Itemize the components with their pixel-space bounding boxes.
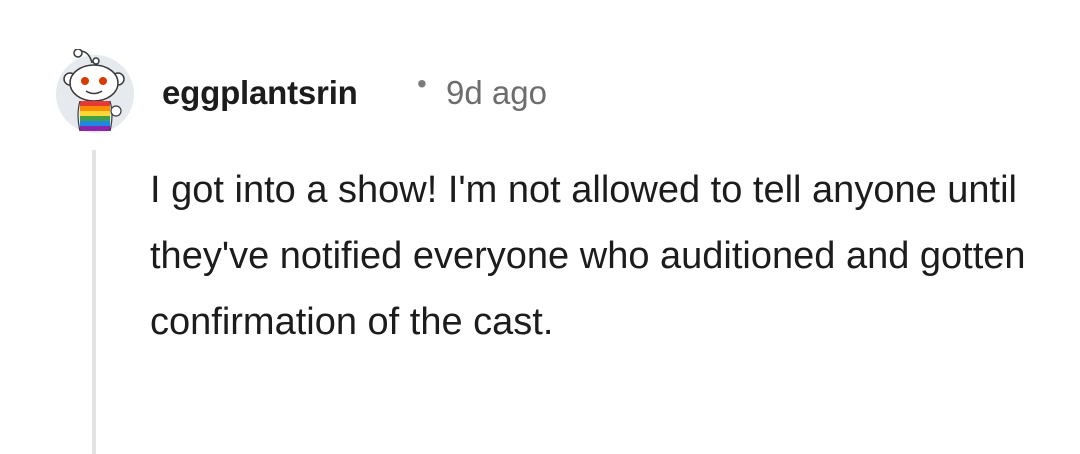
user-avatar[interactable] bbox=[56, 49, 134, 133]
comment: eggplantsrin • 9d ago I got into a show!… bbox=[0, 0, 1080, 454]
comment-timestamp[interactable]: 9d ago bbox=[446, 74, 547, 112]
snoo-avatar-icon bbox=[63, 49, 125, 132]
comment-body: I got into a show! I'm not allowed to te… bbox=[150, 169, 1026, 343]
thread-collapse-line[interactable] bbox=[92, 150, 96, 454]
author-username[interactable]: eggplantsrin bbox=[162, 74, 358, 112]
meta-separator: • bbox=[417, 68, 427, 99]
